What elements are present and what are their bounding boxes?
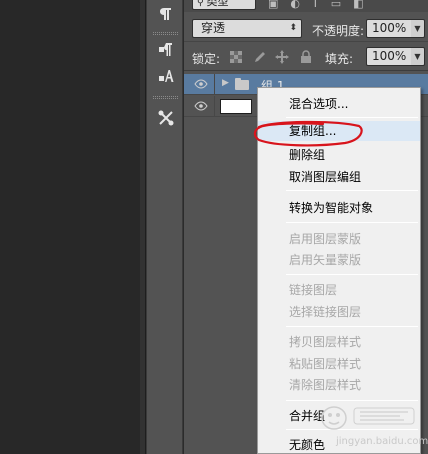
menu-item-convert-to-smart-object[interactable]: 转换为智能对象 [258, 198, 420, 218]
filter-kind-label: 类型 [206, 0, 229, 8]
opacity-dropdown-arrow[interactable]: ▼ [411, 19, 425, 38]
layer-context-menu: 混合选项... 复制组... 删除组 取消图层编组 转换为智能对象 启用图层蒙版… [257, 87, 421, 454]
updown-arrows-icon: ⬍ [289, 23, 297, 33]
opacity-label: 不透明度: [312, 24, 365, 38]
paragraph-style-icon[interactable] [153, 38, 178, 62]
panel-toolstrip [146, 0, 183, 454]
menu-item-ungroup-layers[interactable]: 取消图层编组 [258, 167, 420, 187]
opacity-input[interactable]: 100% [366, 19, 412, 38]
menu-separator [286, 400, 418, 401]
visibility-column-divider [214, 74, 215, 95]
menu-item-link-layers: 链接图层 [289, 283, 338, 297]
menu-item-duplicate-group[interactable]: 复制组... [258, 121, 420, 141]
blend-row: 穿透 ⬍ 不透明度: 100% ▼ [184, 14, 428, 42]
menu-item-copy-layer-style: 拷贝图层样式 [289, 335, 362, 349]
menu-separator [286, 222, 418, 223]
menu-item-merge-group[interactable]: 合并组 [258, 406, 420, 426]
filter-type-icons[interactable]: ▣◐T▭◧ [268, 0, 376, 10]
toolstrip-divider [153, 96, 178, 99]
lock-label: 锁定: [192, 52, 221, 66]
lock-position-icon[interactable] [275, 50, 289, 64]
lock-all-icon[interactable] [299, 50, 313, 64]
menu-separator [286, 429, 418, 430]
menu-item-delete-group[interactable]: 删除组 [258, 145, 420, 165]
menu-item-paste-layer-style: 粘贴图层样式 [289, 357, 362, 371]
lock-image-pixels-icon[interactable] [253, 50, 267, 64]
menu-separator [286, 117, 418, 118]
paragraph-icon[interactable] [153, 2, 178, 26]
layer-filter-kind-select[interactable]: ⚲ 类型 [192, 0, 256, 10]
blend-mode-select[interactable]: 穿透 ⬍ [192, 19, 302, 38]
layer-thumbnail [220, 99, 252, 114]
menu-separator [286, 190, 418, 191]
expand-arrow-icon[interactable]: ▶ [222, 78, 229, 88]
menu-item-enable-layer-mask: 启用图层蒙版 [289, 232, 362, 246]
character-style-icon[interactable] [153, 64, 178, 88]
lock-transparent-pixels-icon[interactable] [229, 50, 243, 64]
eye-icon[interactable] [194, 79, 208, 89]
fill-dropdown-arrow[interactable]: ▼ [411, 47, 425, 66]
layer-filter-row: ⚲ 类型 ▣◐T▭◧ [184, 0, 428, 12]
visibility-column-divider [214, 96, 215, 117]
menu-item-enable-vector-mask: 启用矢量蒙版 [289, 253, 362, 267]
menu-item-blending-options[interactable]: 混合选项... [258, 94, 420, 114]
lock-row: 锁定: 填充: 100% ▼ [184, 43, 428, 71]
menu-separator [286, 274, 418, 275]
toolstrip-divider [153, 32, 178, 35]
document-canvas[interactable] [0, 0, 146, 454]
menu-item-select-linked-layers: 选择链接图层 [289, 305, 362, 319]
fill-label: 填充: [325, 52, 354, 66]
tool-presets-icon[interactable] [153, 106, 178, 130]
menu-separator [286, 326, 418, 327]
menu-item-clear-layer-style: 清除图层样式 [289, 378, 362, 392]
eye-icon[interactable] [194, 101, 208, 111]
fill-input[interactable]: 100% [366, 47, 412, 66]
blend-mode-value: 穿透 [201, 21, 226, 35]
watermark-url: jingyan.baidu.com [336, 436, 428, 447]
folder-icon [235, 78, 249, 90]
